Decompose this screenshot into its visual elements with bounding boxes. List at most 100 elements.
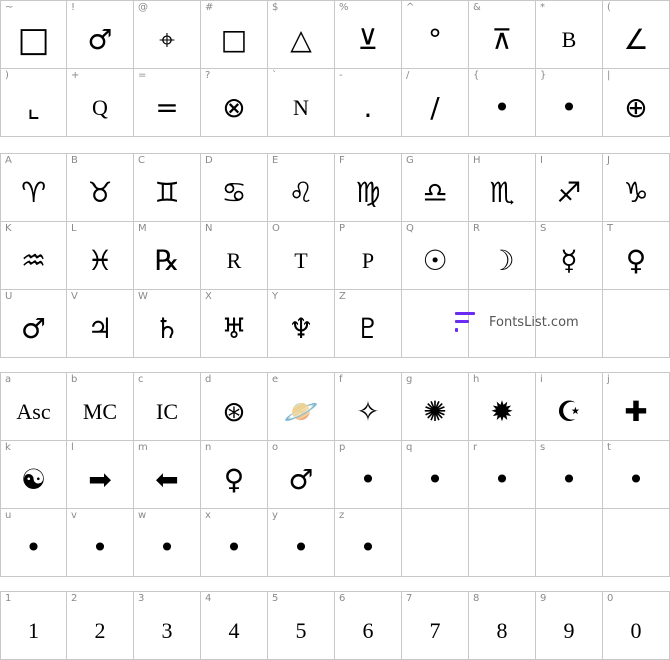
key-label: 1 [5, 593, 12, 604]
key-label: @ [138, 2, 148, 13]
key-label: N [205, 223, 213, 234]
glyph-row: 11223344556677889900 [0, 591, 670, 660]
key-label: T [607, 223, 614, 234]
mars-icon: ♂ [20, 311, 47, 345]
key-label: y [272, 510, 278, 521]
key-label: A [5, 155, 12, 166]
aquarius-icon: ♒ [20, 243, 47, 277]
key-label: Z [339, 291, 346, 302]
glyph-cell: A ♈ [0, 154, 67, 221]
yin-yang-icon: ☯ [20, 462, 47, 496]
glyph-cell: M ℞ [134, 222, 201, 289]
glyph-cell: Q ☉ [402, 222, 469, 289]
glyph-cell: ? ⊗ [201, 69, 268, 136]
glyph-cell: S ☿ [536, 222, 603, 289]
key-label: { [473, 70, 480, 81]
glyph-row: A ♈ B ♉ C ♊ D ♋ E ♌ F ♍ G ♎ H ♏ I ♐ J ♑ [0, 153, 670, 221]
key-label: S [540, 223, 547, 234]
glyph-cell: e 🪐 [268, 373, 335, 440]
dot-icon: • [627, 462, 645, 496]
key-label: Q [406, 223, 414, 234]
glyph-cell: + Q [67, 69, 134, 136]
saturn-icon: ♄ [154, 311, 180, 345]
glyph-cell: ) ⌞ [0, 69, 67, 136]
digit-7-glyph: 7 [429, 617, 441, 643]
key-label: ( [607, 2, 611, 13]
key-label: J [607, 155, 610, 166]
mercury-icon: ☿ [560, 243, 578, 277]
glyph-cell: OT [268, 222, 335, 289]
letter-t-icon: T [294, 247, 308, 273]
key-label: z [339, 510, 345, 521]
neptune-icon: ♆ [288, 311, 314, 345]
key-label: P [339, 223, 346, 234]
circled-x-icon: ⊗ [222, 90, 246, 124]
glyph-cell: m ⬅ [134, 441, 201, 508]
key-label: Y [272, 291, 279, 302]
watermark: FontsList.com [455, 310, 579, 334]
glyph-cell: W ♄ [134, 290, 201, 357]
uranus-icon: ♅ [221, 311, 247, 345]
key-label: p [339, 442, 346, 453]
key-label: a [5, 374, 12, 385]
glyph-cell: # □ [201, 1, 268, 68]
t-triangle-icon: ⊼ [491, 22, 513, 56]
glyph-cell: Z ♇ [335, 290, 402, 357]
dot-icon: • [359, 462, 377, 496]
key-label: | [607, 70, 611, 81]
large-square-icon: □ [17, 19, 50, 60]
dot-icon: • [560, 90, 578, 124]
glyph-cell: ^ ° [402, 1, 469, 68]
key-label: b [71, 374, 78, 385]
angle-icon: ∠ [623, 22, 649, 56]
glyph-cell: PP [335, 222, 402, 289]
pluto-icon: ♇ [355, 311, 381, 345]
glyph-cell: s • [536, 441, 603, 508]
arrow-right-icon: ➡ [88, 462, 112, 496]
glyph-cell: * B [536, 1, 603, 68]
degree-icon: ° [428, 22, 442, 56]
capricorn-icon: ♑ [623, 175, 649, 209]
key-label: e [272, 374, 279, 385]
glyph-cell: K ♒ [0, 222, 67, 289]
key-label: ! [71, 2, 76, 13]
digit-5-glyph: 5 [295, 617, 307, 643]
digit-1-glyph: 1 [28, 617, 39, 643]
glyph-cell: o ♂ [268, 441, 335, 508]
letter-r-icon: R [226, 247, 242, 273]
glyph-cell: @ ⌖ [134, 1, 201, 68]
glyph-cell: u • [0, 509, 67, 576]
key-label: $ [272, 2, 279, 13]
key-label: d [205, 374, 212, 385]
glyph-section: ~ □! ♂ @ ⌖ # □ $ △% ⊻ ^ ° & ⊼ * B(∠) ⌞ + Q = =? ⊗ ` N -. / /{•} • | ⊕ [0, 0, 670, 137]
key-label: o [272, 442, 279, 453]
glyph-cell: r • [469, 441, 536, 508]
key-label: } [540, 70, 547, 81]
glyph-cell: g ✺ [402, 373, 469, 440]
key-label: D [205, 155, 213, 166]
glyph-cell: X ♅ [201, 290, 268, 357]
letter-n-icon: N [293, 94, 309, 120]
key-label: ~ [5, 2, 14, 13]
moon-icon: ☽ [489, 243, 515, 277]
dot-icon: • [225, 530, 243, 564]
key-label: V [71, 291, 78, 302]
ascendant-label-glyph: Asc [16, 398, 51, 424]
glyph-cell: k ☯ [0, 441, 67, 508]
key-label: & [473, 2, 481, 13]
key-label: c [138, 374, 144, 385]
glyph-cell: I ♐ [536, 154, 603, 221]
glyph-cell: 00 [603, 592, 670, 659]
glyph-cell: B ♉ [67, 154, 134, 221]
libra-icon: ♎ [422, 175, 448, 209]
glyph-cell: 11 [0, 592, 67, 659]
dot-icon: • [292, 530, 310, 564]
glyph-row: u • v • w • x • y • z • [0, 508, 670, 577]
sunburst-solid-icon: ✹ [490, 394, 514, 428]
key-label: K [5, 223, 12, 234]
earth-symbol-icon: ⊕ [624, 90, 648, 124]
venus-icon: ♀ [625, 243, 647, 277]
glyph-cell: 44 [201, 592, 268, 659]
glyph-cell: % ⊻ [335, 1, 402, 68]
key-label: w [138, 510, 147, 521]
